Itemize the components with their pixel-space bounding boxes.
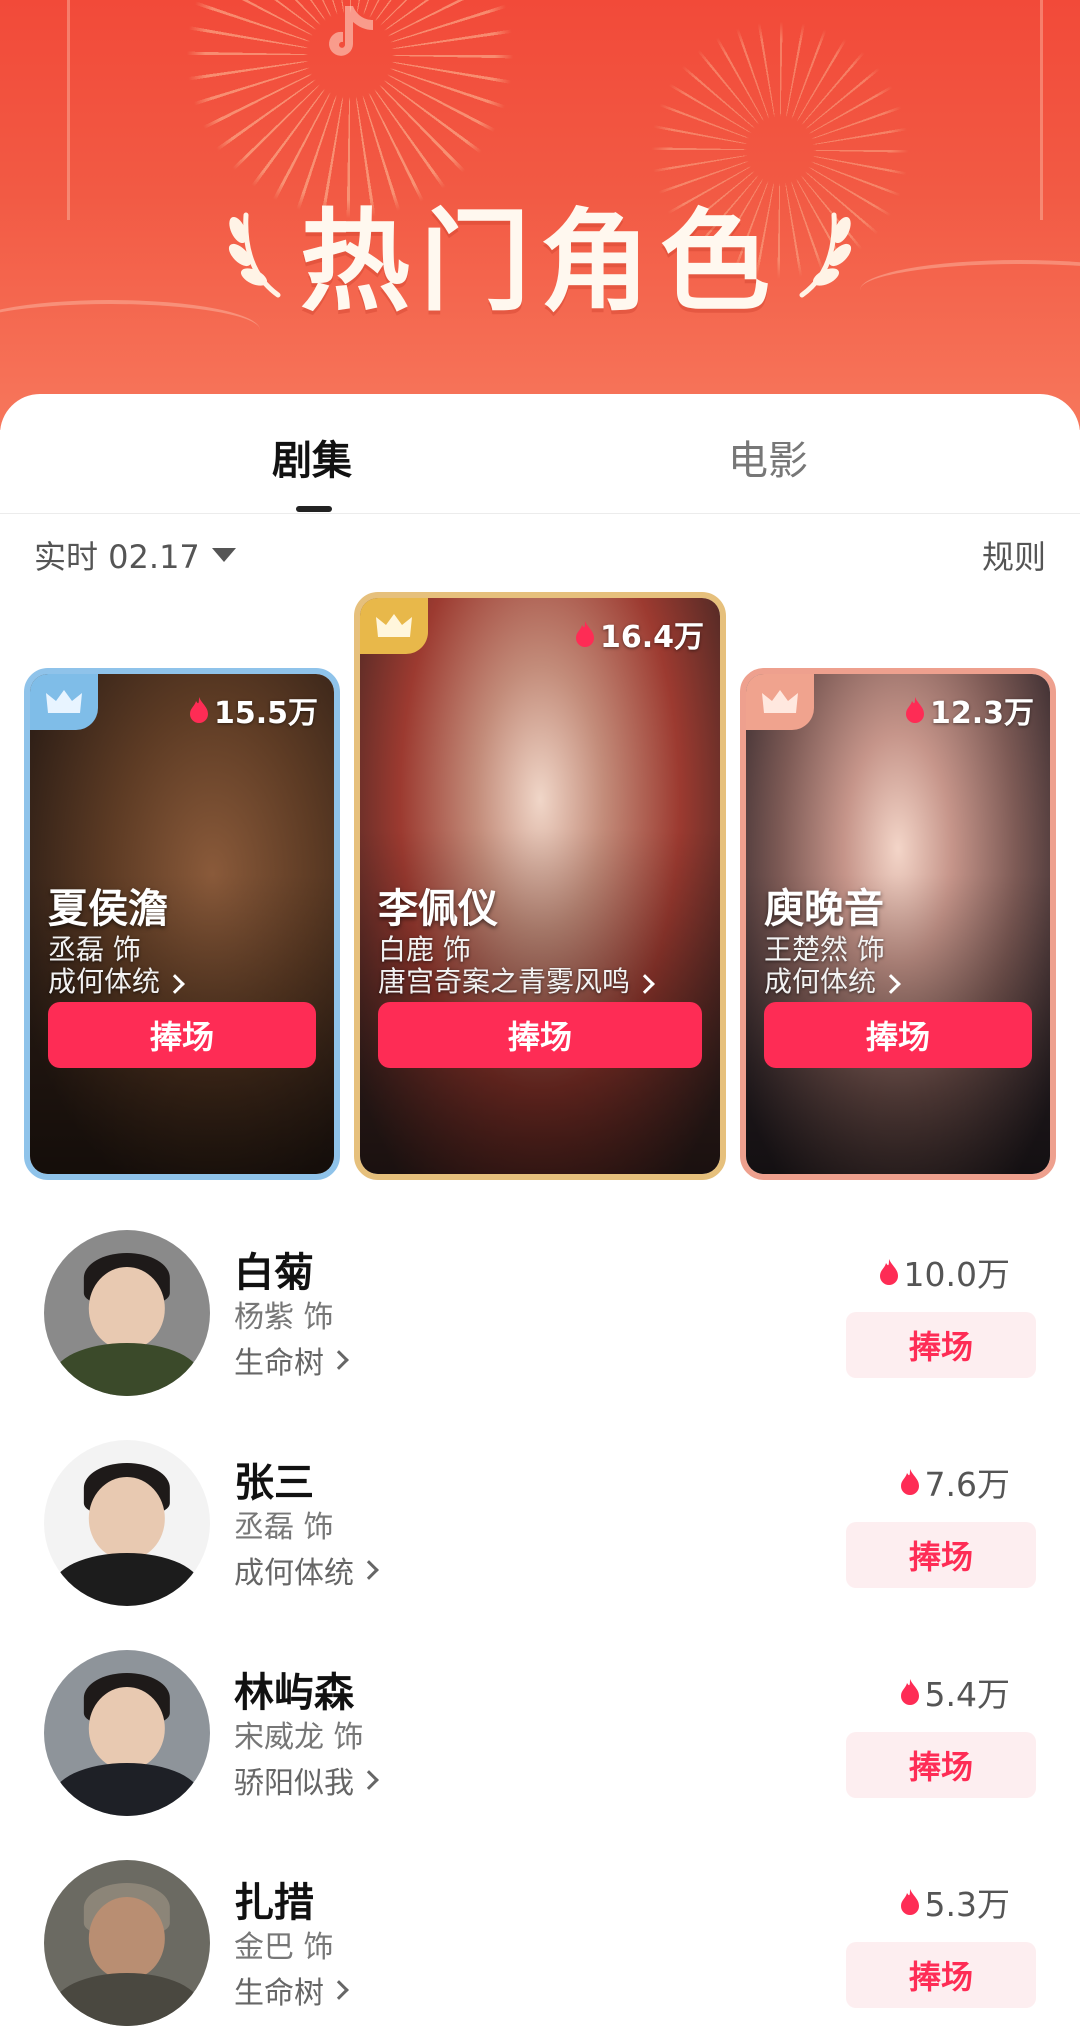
heat-count: 10.0万: [878, 1248, 1010, 1296]
time-filter-label: 实时 02.17: [34, 538, 200, 576]
character-name: 李佩仪: [378, 886, 498, 932]
character-name: 扎措: [234, 1880, 314, 1926]
chevron-right-icon: [635, 974, 655, 994]
character-name: 白菊: [234, 1250, 314, 1296]
flame-icon: [905, 697, 924, 723]
crown-icon: [746, 674, 814, 730]
cheer-button[interactable]: 捧场: [48, 1002, 316, 1068]
flame-icon: [575, 621, 594, 647]
list-item[interactable]: 林屿森 宋威龙 饰 骄阳似我 5.4万 捧场: [0, 1650, 1080, 1850]
top-card-rank-2[interactable]: 15.5万 夏侯澹 丞磊 饰 成何体统 捧场: [24, 668, 340, 1180]
chevron-right-icon: [329, 1350, 349, 1370]
chevron-right-icon: [359, 1770, 379, 1790]
show-link[interactable]: 成何体统: [234, 1548, 379, 1592]
crown-icon: [360, 598, 428, 654]
avatar: [44, 1860, 210, 2026]
chevron-right-icon: [359, 1560, 379, 1580]
flame-icon: [879, 1259, 898, 1285]
page-header: 热门角色: [0, 0, 1080, 430]
show-link[interactable]: 唐宫奇案之青雾风鸣: [378, 960, 655, 1000]
flame-icon: [189, 697, 208, 723]
caret-down-icon: [211, 548, 236, 562]
avatar: [44, 1440, 210, 1606]
actor-name: 金巴 饰: [234, 1930, 334, 1965]
actor-name: 宋威龙 饰: [234, 1720, 364, 1755]
tab-bar: 剧集 电影: [0, 394, 1080, 514]
crown-icon: [30, 674, 98, 730]
page-title: 热门角色: [300, 198, 780, 326]
cheer-button[interactable]: 捧场: [846, 1312, 1036, 1378]
ranking-sheet: 剧集 电影 实时 02.17 规则 15.5万 夏侯澹 丞磊 饰 成何体统 捧场: [0, 394, 1080, 2036]
character-name: 夏侯澹: [48, 886, 168, 932]
tab-movies[interactable]: 电影: [728, 428, 808, 486]
heat-count: 12.3万: [904, 688, 1034, 732]
cheer-button[interactable]: 捧场: [764, 1002, 1032, 1068]
music-note-logo-icon: [329, 6, 373, 56]
tab-series[interactable]: 剧集: [272, 428, 352, 486]
chevron-right-icon: [329, 1980, 349, 2000]
heat-count: 15.5万: [188, 688, 318, 732]
heat-count: 16.4万: [574, 612, 704, 656]
actor-name: 杨紫 饰: [234, 1300, 334, 1335]
avatar: [44, 1650, 210, 1816]
time-filter-dropdown[interactable]: 实时 02.17: [34, 532, 236, 578]
cheer-button[interactable]: 捧场: [378, 1002, 702, 1068]
list-item[interactable]: 扎措 金巴 饰 生命树 5.3万 捧场: [0, 1860, 1080, 2036]
character-name: 张三: [234, 1460, 314, 1506]
flame-icon: [900, 1469, 919, 1495]
chevron-right-icon: [881, 974, 901, 994]
show-link[interactable]: 成何体统: [48, 960, 185, 1000]
top-card-rank-3[interactable]: 12.3万 庾晚音 王楚然 饰 成何体统 捧场: [740, 668, 1056, 1180]
rules-link[interactable]: 规则: [982, 532, 1046, 578]
top-card-rank-1[interactable]: 16.4万 李佩仪 白鹿 饰 唐宫奇案之青雾风鸣 捧场: [354, 592, 726, 1180]
show-link[interactable]: 生命树: [234, 1968, 349, 2012]
list-item[interactable]: 白菊 杨紫 饰 生命树 10.0万 捧场: [0, 1230, 1080, 1430]
laurel-icon: [799, 212, 852, 298]
flame-icon: [900, 1889, 919, 1915]
avatar: [44, 1230, 210, 1396]
cheer-button[interactable]: 捧场: [846, 1522, 1036, 1588]
chevron-right-icon: [165, 974, 185, 994]
heat-count: 5.4万: [899, 1668, 1010, 1716]
show-link[interactable]: 成何体统: [764, 960, 901, 1000]
flame-icon: [900, 1679, 919, 1705]
tab-active-indicator: [296, 506, 332, 512]
character-name: 林屿森: [234, 1670, 354, 1716]
cheer-button[interactable]: 捧场: [846, 1732, 1036, 1798]
heat-count: 5.3万: [899, 1878, 1010, 1926]
show-link[interactable]: 生命树: [234, 1338, 349, 1382]
character-name: 庾晚音: [764, 886, 884, 932]
show-link[interactable]: 骄阳似我: [234, 1758, 379, 1802]
heat-count: 7.6万: [899, 1458, 1010, 1506]
cheer-button[interactable]: 捧场: [846, 1942, 1036, 2008]
actor-name: 丞磊 饰: [234, 1510, 334, 1545]
list-item[interactable]: 张三 丞磊 饰 成何体统 7.6万 捧场: [0, 1440, 1080, 1640]
